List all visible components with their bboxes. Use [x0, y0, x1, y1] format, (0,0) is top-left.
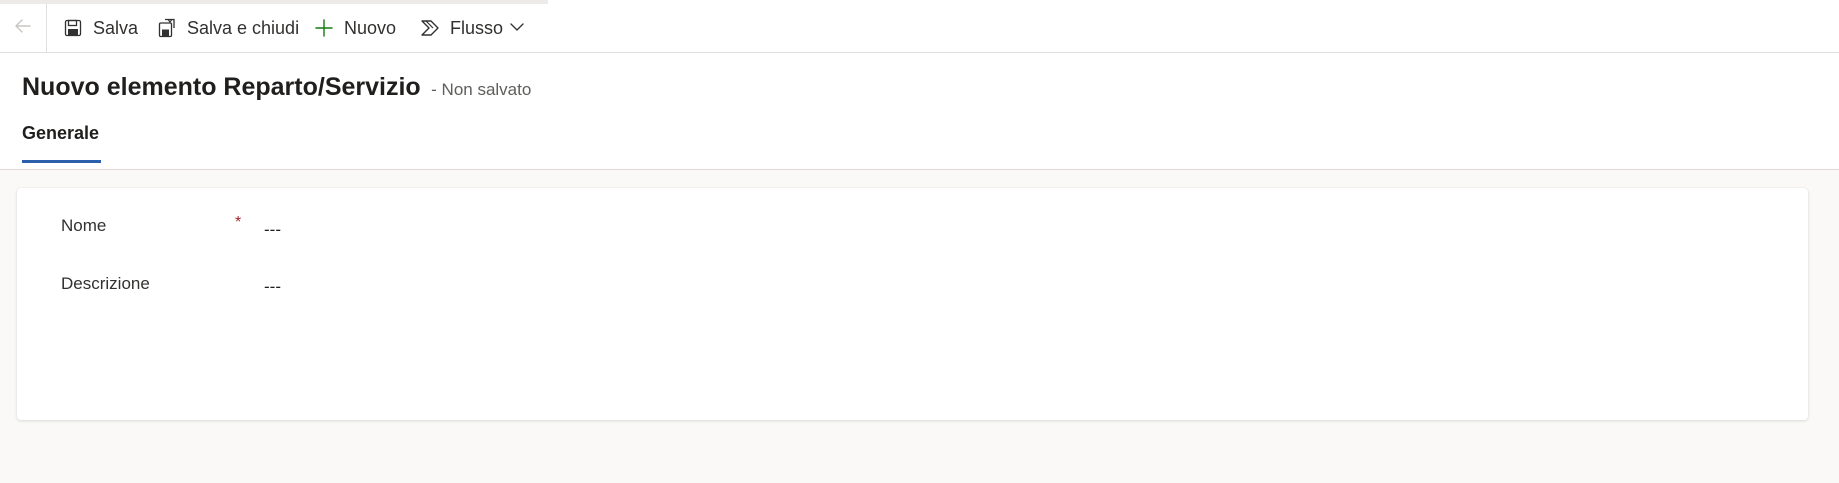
chevron-down-icon	[510, 19, 524, 37]
flow-icon	[419, 17, 441, 39]
flow-menu-chevron[interactable]	[505, 4, 529, 52]
tab-selected-indicator	[22, 160, 101, 163]
command-bar: Salva Salva e chiudi Nuovo Flusso	[0, 0, 1839, 53]
page-title: Nuovo elemento Reparto/Servizio	[22, 73, 421, 101]
flow-label: Flusso	[450, 17, 504, 38]
form-header: Nuovo elemento Reparto/Servizio - Non sa…	[0, 53, 1839, 170]
description-field[interactable]: ---	[264, 272, 664, 302]
tab-generale[interactable]: Generale	[22, 123, 99, 163]
save-and-close-button[interactable]: Salva e chiudi	[156, 4, 299, 52]
name-field[interactable]: ---	[264, 215, 664, 245]
form-section: Nome * --- Descrizione ---	[17, 188, 1808, 420]
new-button[interactable]: Nuovo	[313, 4, 396, 52]
plus-icon	[313, 17, 335, 39]
required-marker: *	[235, 214, 242, 231]
arrow-left-icon	[13, 16, 33, 41]
back-button[interactable]	[0, 4, 47, 52]
save-button[interactable]: Salva	[62, 4, 138, 52]
description-label: Descrizione	[61, 274, 150, 293]
title-row: Nuovo elemento Reparto/Servizio - Non sa…	[22, 73, 531, 102]
new-label: Nuovo	[344, 17, 397, 38]
name-label: Nome	[61, 216, 107, 235]
save-close-icon	[156, 17, 178, 39]
save-icon	[62, 17, 84, 39]
save-status: - Non salvato	[431, 80, 532, 99]
save-label: Salva	[93, 17, 139, 38]
save-and-close-label: Salva e chiudi	[187, 17, 300, 38]
flow-button[interactable]: Flusso	[419, 4, 503, 52]
